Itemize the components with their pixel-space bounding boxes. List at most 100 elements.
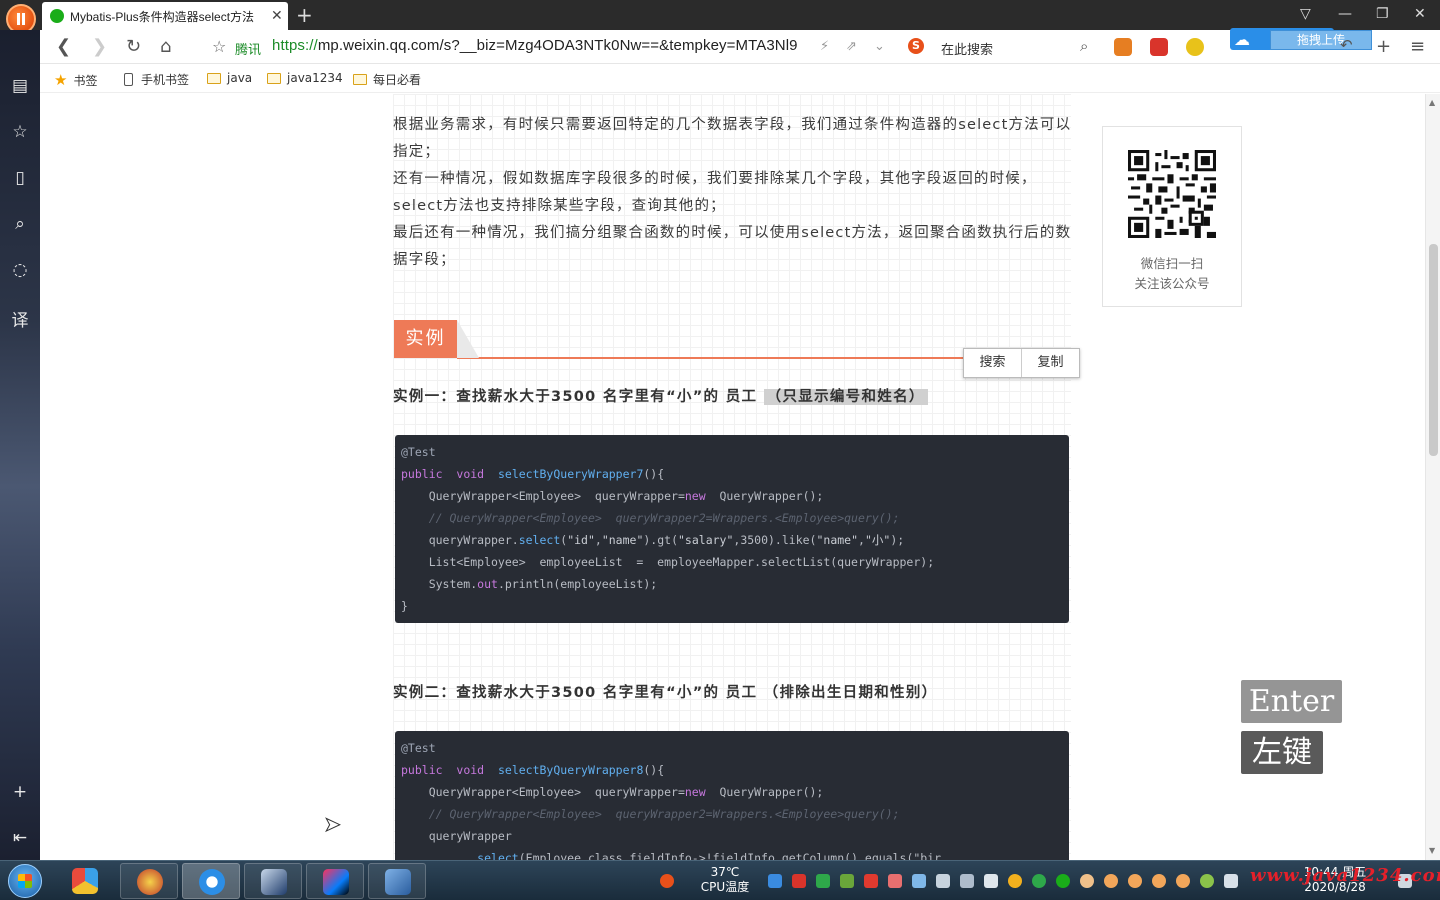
taskbar-app-editor[interactable]: [244, 863, 302, 899]
folder-icon: [267, 72, 281, 84]
minimize-button[interactable]: —: [1338, 6, 1352, 22]
selection-popup: 搜索 复制: [963, 348, 1080, 378]
left-sidebar: ▤ ☆ ▯ ⌕ ◌ 译 + ⇤: [0, 30, 40, 860]
lightning-icon[interactable]: ⚡: [820, 39, 829, 54]
tray-icon-2[interactable]: [792, 874, 806, 888]
popup-copy-button[interactable]: 复制: [1021, 349, 1079, 377]
cpu-temp-value: 37℃: [710, 865, 740, 879]
url-rest: mp.weixin.qq.com/s?__biz=Mzg4ODA3NTk0Nw=…: [317, 37, 798, 54]
url-scheme: https://: [272, 37, 318, 54]
bookmark-item-mobile[interactable]: 手机书签: [124, 71, 189, 88]
news-icon[interactable]: ▤: [0, 76, 40, 96]
paragraph-1: 根据业务需求，有时候只需要返回特定的几个数据表字段，我们通过条件构造器的sele…: [393, 117, 1072, 160]
browser-tab[interactable]: Mybatis-Plus条件构造器select方法 ✕: [42, 2, 288, 30]
taskbar-app-browser[interactable]: [182, 863, 240, 899]
qr-card: 微信扫一扫 关注该公众号: [1102, 126, 1242, 307]
bookmark-item-java1234[interactable]: java1234: [267, 71, 343, 85]
new-tab-button[interactable]: +: [296, 3, 313, 27]
address-field[interactable]: https://mp.weixin.qq.com/s?__biz=Mzg4ODA…: [272, 37, 798, 54]
cpu-temp-label: CPU温度: [700, 880, 750, 894]
home-icon[interactable]: ⌂: [160, 36, 171, 57]
add-sidebar-icon[interactable]: +: [0, 782, 40, 802]
favorite-star-icon[interactable]: ☆: [212, 37, 226, 56]
tray-icon-7[interactable]: [912, 874, 926, 888]
cpu-temp[interactable]: 37℃ CPU温度: [695, 865, 755, 895]
bookmark-label: 书签: [73, 73, 98, 88]
close-window-button[interactable]: ✕: [1414, 6, 1426, 22]
qq-icon[interactable]: [1104, 874, 1118, 888]
qr-caption-line2: 关注该公众号: [1134, 276, 1210, 291]
chat-icon[interactable]: ◌: [0, 260, 40, 280]
start-button[interactable]: [8, 864, 42, 898]
code-block-1[interactable]: @Test public void selectByQueryWrapper7(…: [395, 435, 1069, 623]
extension-red-icon[interactable]: [1150, 38, 1168, 56]
wechat-tray-icon[interactable]: [1032, 874, 1046, 888]
undo-icon[interactable]: ↶: [1340, 36, 1353, 54]
tab-close-icon[interactable]: ✕: [271, 8, 283, 24]
selected-text[interactable]: （只显示编号和姓名）: [763, 389, 928, 405]
taskbar-app-dolphin[interactable]: [368, 863, 426, 899]
tray-icon-11[interactable]: [1008, 874, 1022, 888]
forward-icon[interactable]: ❯: [92, 36, 107, 57]
qq-icon-4[interactable]: [1176, 874, 1190, 888]
tray-icon-4[interactable]: [840, 874, 854, 888]
popup-search-button[interactable]: 搜索: [964, 349, 1021, 377]
bookmark-label: 每日必看: [373, 73, 422, 87]
restore-button[interactable]: ❐: [1376, 6, 1389, 22]
tray-icon-9[interactable]: [960, 874, 974, 888]
bookmark-label: 手机书签: [141, 73, 190, 87]
sogou-tray-icon[interactable]: [660, 874, 674, 888]
search-input[interactable]: 在此搜索: [941, 39, 993, 58]
favorites-icon[interactable]: ☆: [0, 122, 40, 142]
example-1-text: 实例一：查找薪水大于3500 名字里有“小”的 员工: [393, 389, 764, 405]
coin-icon[interactable]: [1186, 38, 1204, 56]
tray-icon-19[interactable]: [1200, 874, 1214, 888]
scroll-down-icon[interactable]: ▼: [1429, 846, 1435, 855]
volume-icon[interactable]: [1224, 874, 1238, 888]
dropdown-icon[interactable]: ⌄: [874, 39, 885, 54]
tray-icon-8[interactable]: [936, 874, 950, 888]
taskbar-app-vip[interactable]: [120, 863, 178, 899]
title-bar: Mybatis-Plus条件构造器select方法 ✕ + ▽ — ❐ ✕: [0, 0, 1440, 34]
tray-icon-14[interactable]: [1080, 874, 1094, 888]
mouse-cursor-icon: ➤: [324, 812, 342, 837]
tray-icon-5[interactable]: [864, 874, 878, 888]
add-icon[interactable]: +: [1376, 36, 1391, 57]
phone-icon: [124, 73, 133, 86]
section-label: 实例: [394, 320, 457, 358]
paragraph-3: 最后还有一种情况，我们搞分组聚合函数的时候，可以使用select方法，返回聚合函…: [393, 225, 1072, 268]
vertical-scrollbar[interactable]: ▲ ▼: [1425, 94, 1440, 860]
taskbar-app-intellij[interactable]: [306, 863, 364, 899]
refresh-icon[interactable]: ↻: [126, 36, 141, 57]
bookmark-item-bookmarks[interactable]: ★ 书签: [54, 71, 97, 89]
scrollbar-thumb[interactable]: [1429, 244, 1438, 456]
reader-icon[interactable]: ▯: [0, 168, 40, 188]
collapse-sidebar-icon[interactable]: ⇤: [0, 828, 40, 848]
search-engine-icon[interactable]: S: [908, 38, 924, 54]
paragraph-2: 还有一种情况，假如数据库字段很多的时候，我们要排除某几个字段，其他字段返回的时候…: [393, 171, 1037, 214]
folder-icon: [207, 72, 221, 84]
search-icon[interactable]: ⌕: [1080, 37, 1088, 55]
scroll-up-icon[interactable]: ▲: [1429, 98, 1435, 107]
bell-icon[interactable]: [984, 874, 998, 888]
translate-icon[interactable]: 译: [0, 306, 40, 331]
code-block-2[interactable]: @Test public void selectByQueryWrapper8(…: [395, 731, 1069, 860]
tray-icon-1[interactable]: [768, 874, 782, 888]
key-overlay-left-click: 左键: [1241, 731, 1323, 774]
bookmark-item-daily[interactable]: 每日必看: [353, 71, 421, 88]
back-icon[interactable]: ❮: [56, 36, 71, 57]
shield-icon[interactable]: [816, 874, 830, 888]
tray-icon-6[interactable]: [888, 874, 902, 888]
bookmark-item-java[interactable]: java: [207, 71, 252, 85]
qq-icon-3[interactable]: [1152, 874, 1166, 888]
menu-icon[interactable]: ≡: [1410, 36, 1425, 57]
share-icon[interactable]: ⇗: [846, 39, 857, 54]
game-icon[interactable]: [1114, 38, 1132, 56]
search-sidebar-icon[interactable]: ⌕: [0, 214, 40, 234]
qq-icon-2[interactable]: [1128, 874, 1142, 888]
navigation-bar: ❮ ❯ ↻ ⌂ ☆ 腾讯 https://mp.weixin.qq.com/s?…: [40, 28, 1440, 64]
upload-label[interactable]: 拖拽上传: [1270, 30, 1372, 50]
tray-icon-13[interactable]: [1056, 874, 1070, 888]
skin-icon[interactable]: ▽: [1300, 6, 1311, 22]
taskbar-app-puzzle[interactable]: [56, 863, 114, 899]
